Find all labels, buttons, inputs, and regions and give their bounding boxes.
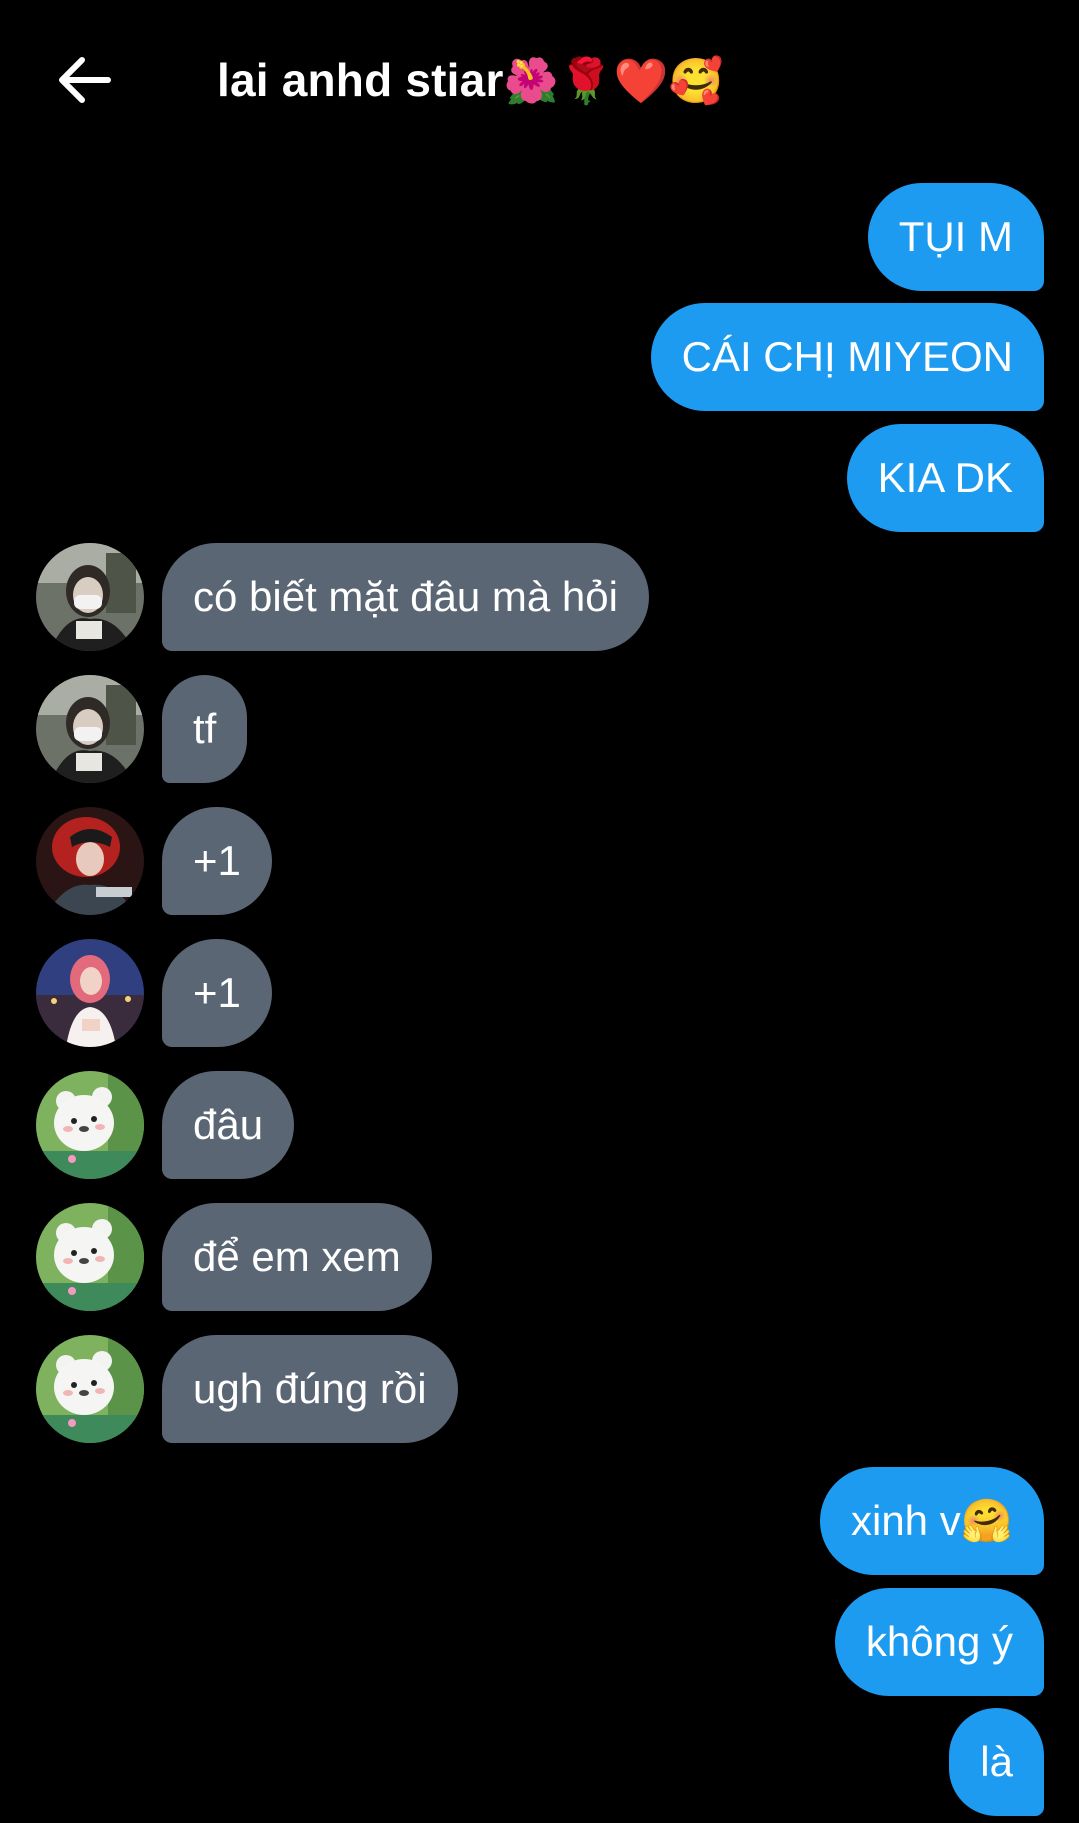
- message-text: TỤI M: [898, 213, 1013, 260]
- message-bubble-incoming[interactable]: +1: [162, 939, 272, 1047]
- message-bubble-outgoing[interactable]: là: [949, 1708, 1044, 1816]
- arrow-left-icon: [59, 57, 111, 103]
- message-text: không ý: [865, 1618, 1013, 1665]
- white-bear-avatar[interactable]: [36, 1071, 144, 1179]
- masked-girl-avatar[interactable]: [36, 543, 144, 651]
- message-text: CÁI CHỊ MIYEON: [681, 333, 1013, 380]
- back-button[interactable]: [44, 40, 124, 120]
- message-text: là: [980, 1738, 1013, 1785]
- message-text: có biết mặt đâu mà hỏi: [193, 573, 618, 620]
- chat-title[interactable]: lai anhd stiar🌺🌹❤️🥰: [217, 48, 724, 114]
- chat-title-text: lai anhd stiar: [217, 54, 504, 106]
- message-text: để em xem: [193, 1233, 401, 1280]
- message-bubble-incoming[interactable]: có biết mặt đâu mà hỏi: [162, 543, 649, 651]
- message-text: +1: [193, 969, 241, 1016]
- message-bubble-incoming[interactable]: ugh đúng rồi: [162, 1335, 458, 1443]
- white-bear-avatar[interactable]: [36, 1335, 144, 1443]
- message-bubble-outgoing[interactable]: KIA DK: [846, 424, 1044, 532]
- message-text: KIA DK: [877, 454, 1013, 501]
- message-text: xinh v: [850, 1497, 961, 1544]
- message-text: đâu: [193, 1101, 264, 1148]
- white-bear-avatar[interactable]: [36, 1203, 144, 1311]
- chat-header: lai anhd stiar🌺🌹❤️🥰: [0, 0, 1079, 160]
- message-bubble-outgoing[interactable]: không ý: [834, 1588, 1044, 1696]
- red-hair-girl-avatar[interactable]: [36, 807, 144, 915]
- message-bubble-incoming[interactable]: tf: [162, 675, 248, 783]
- message-text: +1: [193, 837, 241, 884]
- pink-hair-girl-avatar[interactable]: [36, 939, 144, 1047]
- hugging-face-emoji: 🤗: [960, 1496, 1013, 1545]
- message-bubble-outgoing[interactable]: TỤI M: [867, 183, 1044, 291]
- message-bubble-incoming[interactable]: đâu: [162, 1071, 295, 1179]
- chat-title-emojis: 🌺🌹❤️🥰: [503, 56, 724, 107]
- message-text: tf: [193, 705, 217, 752]
- message-bubble-outgoing[interactable]: CÁI CHỊ MIYEON: [650, 303, 1044, 411]
- message-bubble-incoming[interactable]: để em xem: [162, 1203, 432, 1311]
- message-text: ugh đúng rồi: [193, 1365, 427, 1412]
- message-bubble-outgoing[interactable]: xinh v🤗: [819, 1467, 1044, 1575]
- message-bubble-incoming[interactable]: +1: [162, 807, 272, 915]
- masked-girl-avatar[interactable]: [36, 675, 144, 783]
